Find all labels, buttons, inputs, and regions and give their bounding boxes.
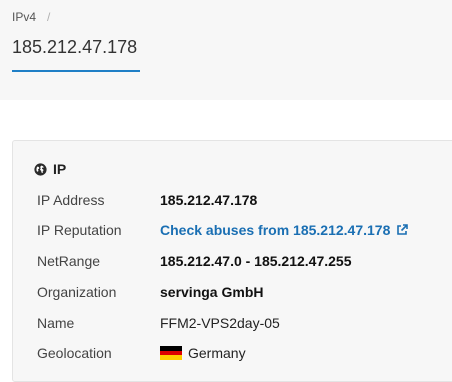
active-tab-indicator [12, 70, 140, 72]
tab-label: 185.212.47.178 [12, 37, 138, 57]
breadcrumb-item-ipv4[interactable]: IPv4 [12, 10, 36, 24]
check-abuses-link[interactable]: Check abuses from 185.212.47.178 [160, 220, 409, 240]
name-value: FFM2-VPS2day-05 [160, 315, 280, 331]
row-netrange: NetRange 185.212.47.0 - 185.212.47.255 [37, 251, 452, 271]
row-label: Name [37, 315, 75, 331]
row-ip-reputation: IP Reputation Check abuses from 185.212.… [37, 220, 452, 240]
germany-flag-icon [160, 346, 182, 360]
netrange-value: 185.212.47.0 - 185.212.47.255 [160, 253, 352, 269]
row-label: IP Reputation [37, 222, 122, 238]
country-name: Germany [188, 345, 246, 361]
breadcrumb-separator: / [47, 10, 51, 24]
row-label: NetRange [37, 253, 101, 269]
section-title-label: IP [53, 161, 67, 177]
row-ip-address: IP Address 185.212.47.178 [37, 190, 452, 210]
section-title-ip: IP [34, 160, 66, 178]
check-abuses-link-text: Check abuses from 185.212.47.178 [160, 222, 391, 238]
external-link-icon [397, 224, 409, 235]
row-label: Geolocation [37, 345, 112, 361]
row-label: Organization [37, 284, 117, 300]
tab-ip-address[interactable]: 185.212.47.178 [12, 30, 137, 72]
row-geolocation: Geolocation Germany [37, 343, 452, 363]
row-organization: Organization servinga GmbH [37, 282, 452, 302]
row-label: IP Address [37, 192, 105, 208]
ip-address-value: 185.212.47.178 [160, 192, 258, 208]
row-name: Name FFM2-VPS2day-05 [37, 313, 452, 333]
organization-value: servinga GmbH [160, 284, 264, 300]
globe-icon [34, 162, 47, 176]
breadcrumb: IPv4 / [12, 10, 50, 24]
geolocation-value: Germany [160, 343, 246, 363]
